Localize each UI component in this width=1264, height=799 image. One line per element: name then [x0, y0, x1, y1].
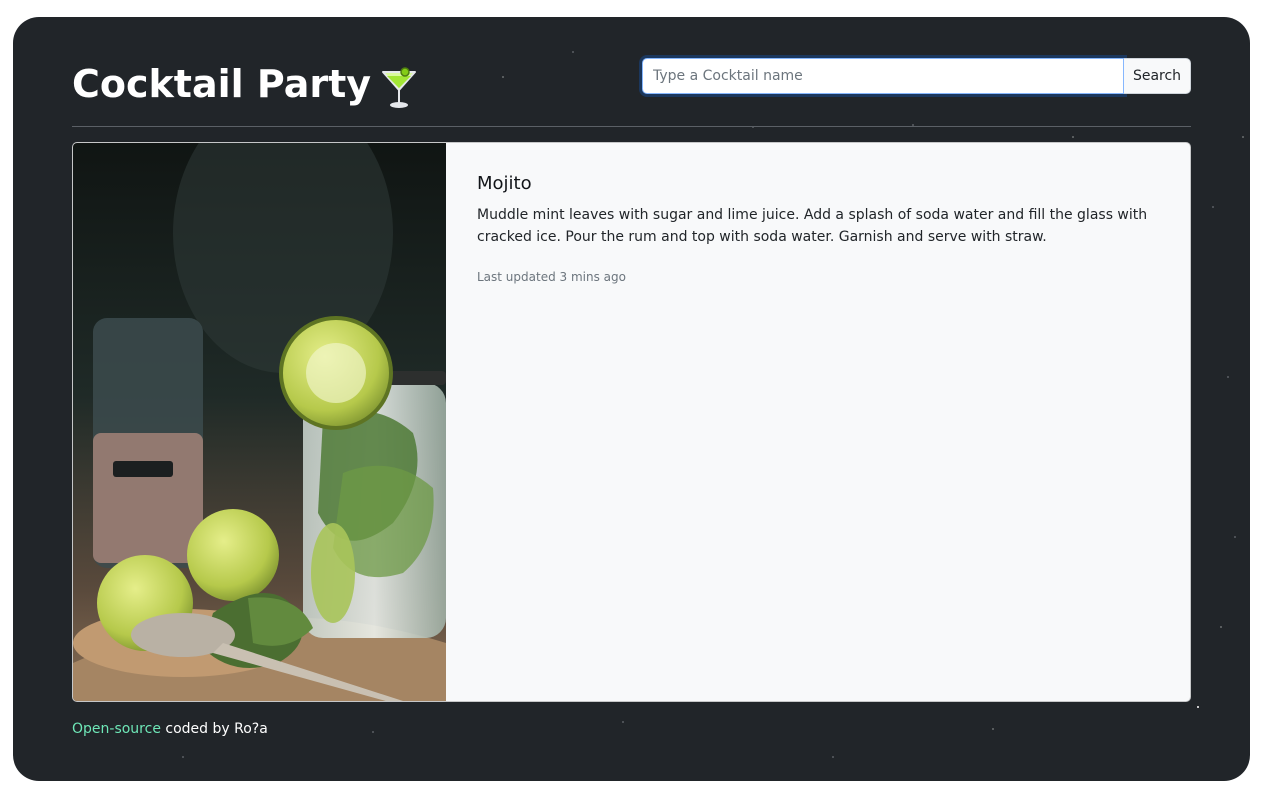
app-container: Cocktail Party Search — [13, 17, 1250, 781]
mojito-photo — [73, 143, 446, 701]
search-button[interactable]: Search — [1124, 58, 1191, 94]
footer-credit: coded by Ro?a — [160, 721, 268, 737]
open-source-link[interactable]: Open-source — [72, 721, 161, 737]
header: Cocktail Party Search — [72, 55, 1191, 127]
drink-instructions: Muddle mint leaves with sugar and lime j… — [477, 207, 1148, 245]
page-title-text: Cocktail Party — [72, 62, 372, 106]
search-form: Search — [642, 58, 1191, 94]
cocktail-glass-icon — [379, 64, 419, 110]
footer: Open-source coded by Ro?a — [72, 719, 268, 739]
last-updated-text: Last updated 3 mins ago — [477, 270, 626, 284]
page-title: Cocktail Party — [72, 59, 419, 110]
cocktail-card: Mojito Muddle mint leaves with sugar and… — [72, 142, 1191, 702]
search-input[interactable] — [642, 58, 1124, 94]
drink-name: Mojito — [477, 173, 532, 194]
card-body: Mojito Muddle mint leaves with sugar and… — [446, 143, 1190, 701]
header-divider — [72, 126, 1191, 127]
